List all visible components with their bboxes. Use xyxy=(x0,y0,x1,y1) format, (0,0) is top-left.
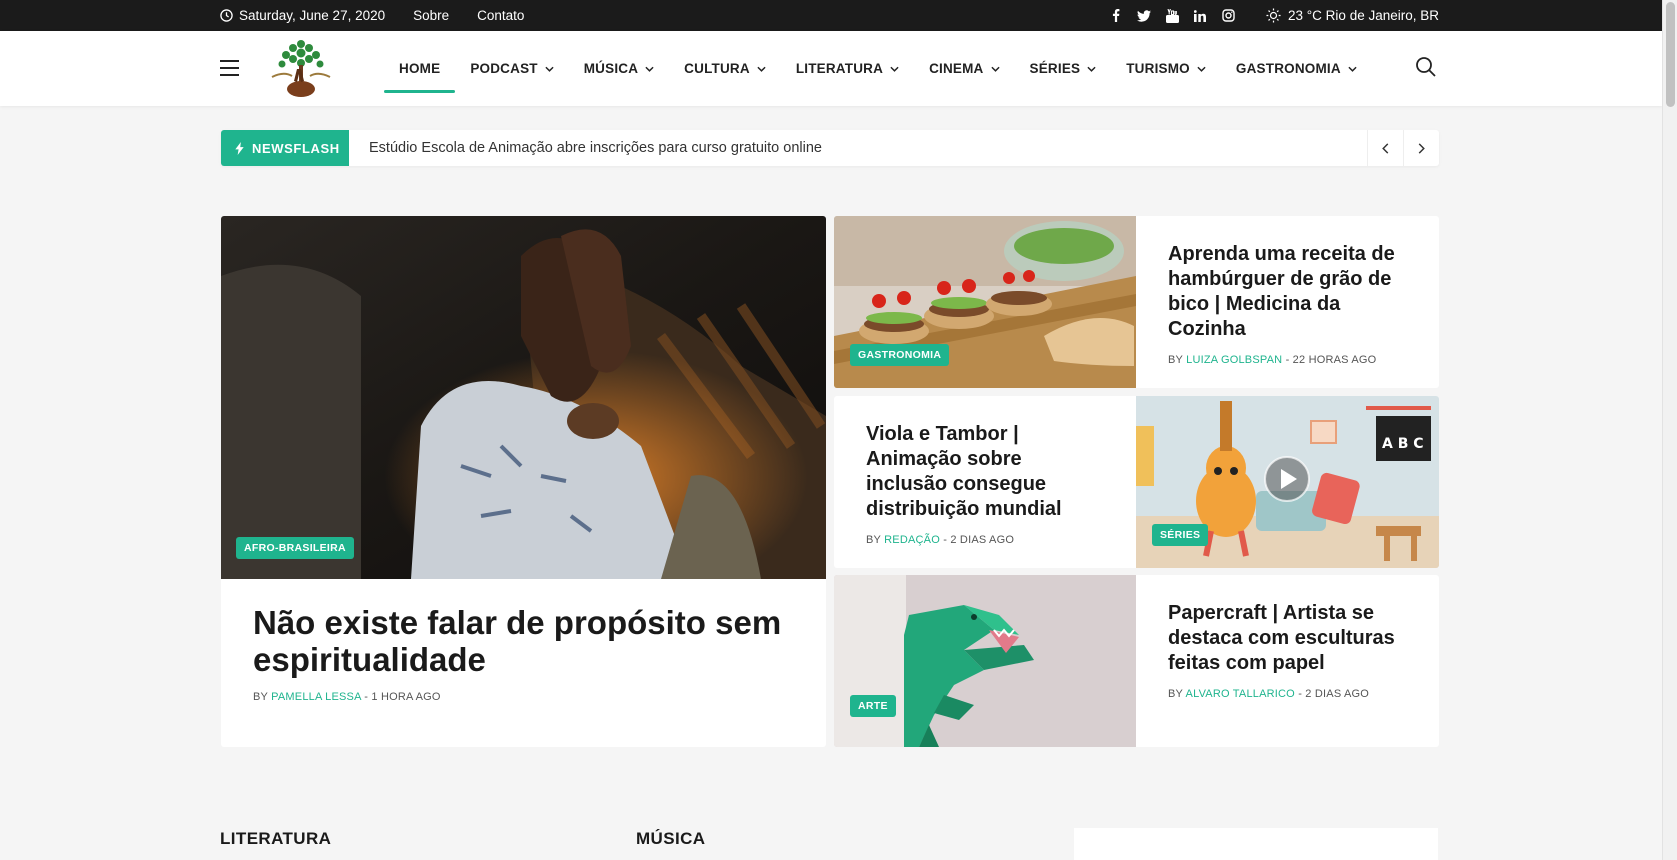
nav-item-home[interactable]: HOME xyxy=(384,31,456,106)
newsflash-next-button[interactable] xyxy=(1403,130,1439,166)
date-text: Saturday, June 27, 2020 xyxy=(239,8,386,23)
featured-article-meta: BY PAMELLA LESSA - 1 HORA AGO xyxy=(253,691,441,703)
newsflash-ticker: NEWSFLASH Estúdio Escola de Animação abr… xyxy=(221,130,1439,166)
chevron-down-icon xyxy=(757,66,766,72)
article-card-title[interactable]: Aprenda uma receita de hambúrguer de grã… xyxy=(1168,242,1408,342)
section-title-literatura[interactable]: LITERATURA xyxy=(220,829,331,849)
instagram-icon[interactable] xyxy=(1221,9,1235,23)
main-nav: HOME PODCAST MÚSICA CULTURA LITERATURA C… xyxy=(384,31,1372,106)
chevron-down-icon xyxy=(1087,66,1096,72)
category-badge[interactable]: SÉRIES xyxy=(1152,524,1209,546)
featured-article-image[interactable] xyxy=(221,216,826,579)
newsflash-headline[interactable]: Estúdio Escola de Animação abre inscriçõ… xyxy=(369,130,822,166)
sun-icon xyxy=(1266,8,1281,23)
youtube-icon[interactable] xyxy=(1165,8,1179,23)
section-title-musica[interactable]: MÚSICA xyxy=(636,829,705,849)
lightning-icon xyxy=(235,141,244,155)
hamburger-menu-icon[interactable] xyxy=(220,60,239,76)
chevron-left-icon xyxy=(1382,142,1389,154)
article-card-meta: BY REDAÇÃO - 2 DIAS AGO xyxy=(866,534,1015,546)
scrollbar-thumb[interactable] xyxy=(1666,2,1675,107)
sidebar-widget xyxy=(1074,828,1438,860)
main-header: HOME PODCAST MÚSICA CULTURA LITERATURA C… xyxy=(0,31,1662,106)
article-card: GASTRONOMIA Aprenda uma receita de hambú… xyxy=(834,216,1439,388)
linkedin-icon[interactable] xyxy=(1193,9,1207,23)
top-bar: Saturday, June 27, 2020 Sobre Contato 23… xyxy=(0,0,1662,31)
category-badge[interactable]: ARTE xyxy=(850,695,896,717)
nav-item-gastronomia[interactable]: GASTRONOMIA xyxy=(1221,31,1372,106)
chevron-down-icon xyxy=(1348,66,1357,72)
search-icon[interactable] xyxy=(1415,56,1437,78)
nav-item-podcast[interactable]: PODCAST xyxy=(455,31,568,106)
category-badge[interactable]: AFRO-BRASILEIRA xyxy=(236,537,354,559)
article-card-title[interactable]: Viola e Tambor | Animação sobre inclusão… xyxy=(866,422,1106,522)
nav-item-cinema[interactable]: CINEMA xyxy=(914,31,1014,106)
chevron-down-icon xyxy=(645,66,654,72)
play-icon[interactable] xyxy=(1265,455,1309,499)
date-display: Saturday, June 27, 2020 xyxy=(220,8,385,23)
site-logo[interactable] xyxy=(266,35,336,101)
author-link[interactable]: PAMELLA LESSA xyxy=(271,691,361,703)
article-card-title[interactable]: Papercraft | Artista se destaca com escu… xyxy=(1168,601,1408,676)
nav-item-turismo[interactable]: TURISMO xyxy=(1111,31,1221,106)
nav-item-cultura[interactable]: CULTURA xyxy=(669,31,781,106)
article-card: ARTE Papercraft | Artista se destaca com… xyxy=(834,575,1439,747)
clock-icon xyxy=(220,9,233,22)
about-link[interactable]: Sobre xyxy=(413,8,449,23)
article-card-image[interactable] xyxy=(834,575,1136,747)
nav-item-musica[interactable]: MÚSICA xyxy=(569,31,669,106)
article-card: Viola e Tambor | Animação sobre inclusão… xyxy=(834,396,1439,568)
twitter-icon[interactable] xyxy=(1137,9,1152,23)
article-card-meta: BY ALVARO TALLARICO - 2 DIAS AGO xyxy=(1168,688,1370,700)
newsflash-label: NEWSFLASH xyxy=(221,130,349,166)
chevron-down-icon xyxy=(1197,66,1206,72)
svg-text:A B C: A B C xyxy=(1382,436,1424,452)
chevron-down-icon xyxy=(890,66,899,72)
weather-text: 23 °C Rio de Janeiro, BR xyxy=(1288,8,1439,23)
chevron-down-icon xyxy=(990,66,1000,72)
article-card-meta: BY LUIZA GOLBSPAN - 22 HORAS AGO xyxy=(1168,354,1377,366)
featured-article-title[interactable]: Não existe falar de propósito sem espiri… xyxy=(253,604,793,678)
newsflash-prev-button[interactable] xyxy=(1367,130,1403,166)
category-badge[interactable]: GASTRONOMIA xyxy=(850,344,950,366)
weather-widget: 23 °C Rio de Janeiro, BR xyxy=(1266,8,1439,23)
chevron-right-icon xyxy=(1418,142,1425,154)
nav-item-series[interactable]: SÉRIES xyxy=(1015,31,1112,106)
nav-item-literatura[interactable]: LITERATURA xyxy=(781,31,914,106)
author-link[interactable]: ALVARO TALLARICO xyxy=(1186,688,1295,700)
contact-link[interactable]: Contato xyxy=(477,8,524,23)
page-scrollbar[interactable] xyxy=(1662,0,1677,860)
author-link[interactable]: LUIZA GOLBSPAN xyxy=(1186,354,1282,366)
facebook-icon[interactable] xyxy=(1109,9,1123,23)
featured-article: AFRO-BRASILEIRA Não existe falar de prop… xyxy=(221,216,826,747)
chevron-down-icon xyxy=(545,66,554,72)
author-link[interactable]: REDAÇÃO xyxy=(884,534,940,546)
